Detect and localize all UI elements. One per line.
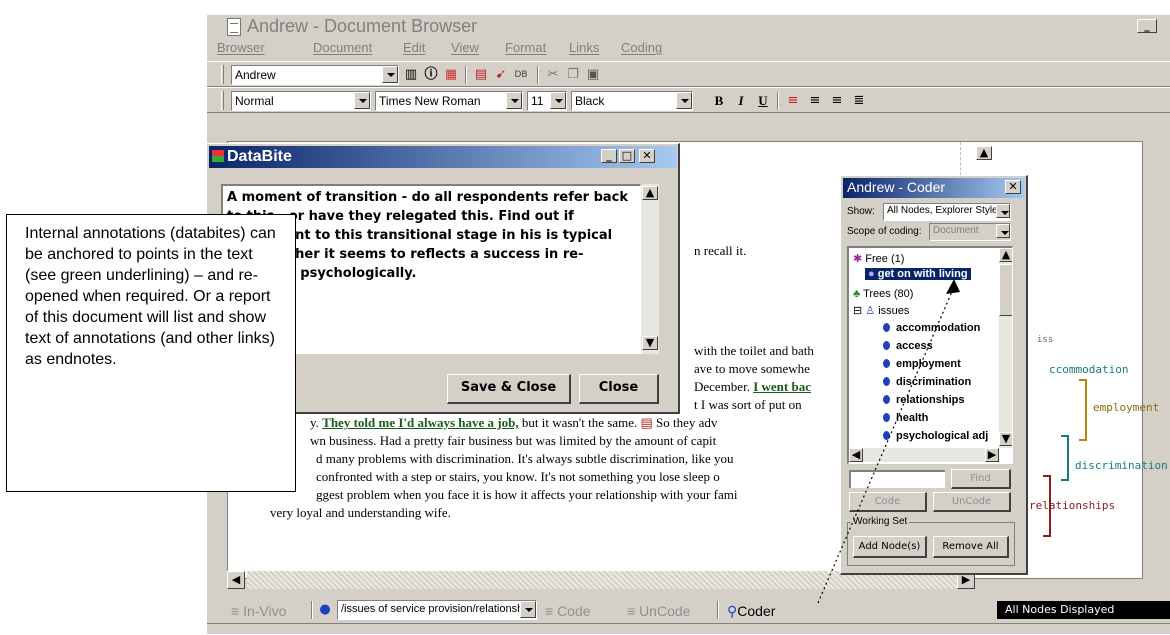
annotation-callout: Internal annotations (databites) can be … xyxy=(6,214,296,492)
arrow-head-icon xyxy=(946,279,960,294)
pointer-line xyxy=(817,286,955,604)
